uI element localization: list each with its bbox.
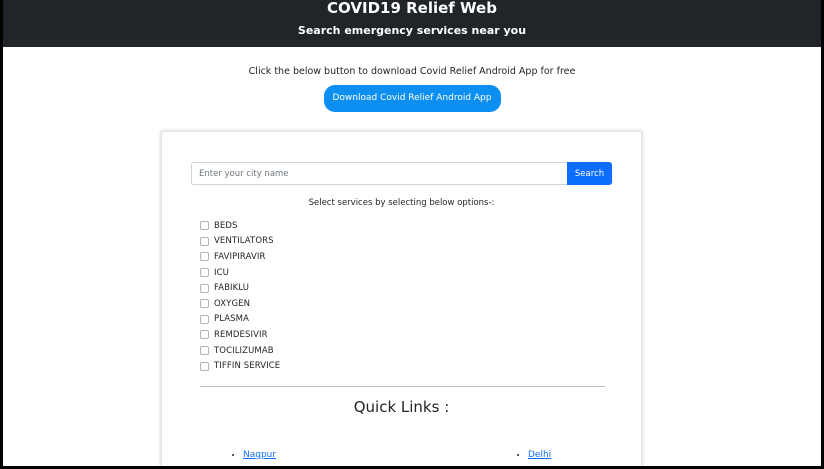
- service-option-oxygen[interactable]: OXYGEN: [200, 296, 280, 312]
- checkbox-favipiravir[interactable]: [200, 252, 209, 262]
- service-label: VENTILATORS: [214, 236, 274, 247]
- service-label: FAVIPIRAVIR: [214, 251, 266, 262]
- list-item: Nagpur: [243, 448, 276, 462]
- service-option-favipiravir[interactable]: FAVIPIRAVIR: [200, 249, 280, 265]
- service-label: TIFFIN SERVICE: [214, 361, 281, 372]
- search-card: Search Select services by selecting belo…: [161, 131, 642, 466]
- checkbox-oxygen[interactable]: [200, 299, 209, 309]
- quick-link-delhi[interactable]: Delhi: [528, 450, 551, 460]
- service-option-icu[interactable]: ICU: [200, 265, 280, 281]
- section-divider: [200, 386, 605, 387]
- quick-links-right: Delhi: [528, 448, 551, 462]
- service-label: OXYGEN: [214, 298, 251, 309]
- checkbox-tiffin-service[interactable]: [200, 361, 209, 371]
- checkbox-plasma[interactable]: [200, 314, 209, 324]
- search-button[interactable]: Search: [567, 162, 612, 185]
- service-option-tocilizumab[interactable]: TOCILIZUMAB: [200, 343, 280, 359]
- city-search-input[interactable]: [191, 162, 567, 185]
- site-title: COVID19 Relief Web: [327, 0, 497, 17]
- site-subtitle: Search emergency services near you: [297, 24, 527, 37]
- service-option-remdesivir[interactable]: REMDESIVIR: [200, 327, 280, 343]
- service-option-plasma[interactable]: PLASMA: [200, 312, 280, 328]
- browser-viewport: COVID19 Relief Web Search emergency serv…: [3, 0, 821, 466]
- quick-links-title: Quick Links :: [353, 398, 450, 416]
- app-promo: Click the below button to download Covid…: [3, 65, 821, 112]
- services-instruction: Select services by selecting below optio…: [308, 198, 495, 208]
- service-label: ICU: [214, 267, 229, 278]
- service-label: BEDS: [214, 220, 238, 231]
- checkbox-ventilators[interactable]: [200, 236, 209, 246]
- service-label: PLASMA: [214, 314, 250, 325]
- download-app-button[interactable]: Download Covid Relief Android App: [323, 85, 501, 112]
- quick-link-nagpur[interactable]: Nagpur: [243, 450, 276, 460]
- checkbox-icu[interactable]: [200, 268, 209, 278]
- checkbox-remdesivir[interactable]: [200, 330, 209, 340]
- service-option-ventilators[interactable]: VENTILATORS: [200, 234, 280, 250]
- list-item: Delhi: [528, 448, 551, 462]
- service-label: FABIKLU: [214, 283, 250, 294]
- services-checklist: BEDS VENTILATORS FAVIPIRAVIR ICU FABIKLU…: [200, 218, 280, 374]
- checkbox-fabiklu[interactable]: [200, 283, 209, 293]
- service-option-fabiklu[interactable]: FABIKLU: [200, 280, 280, 296]
- service-option-beds[interactable]: BEDS: [200, 218, 280, 234]
- quick-links-left: Nagpur: [243, 448, 276, 462]
- checkbox-tocilizumab[interactable]: [200, 346, 209, 356]
- service-label: TOCILIZUMAB: [214, 345, 274, 356]
- service-option-tiffin-service[interactable]: TIFFIN SERVICE: [200, 358, 280, 374]
- promo-text: Click the below button to download Covid…: [248, 66, 576, 77]
- search-row: Search: [191, 162, 612, 185]
- site-header: COVID19 Relief Web Search emergency serv…: [3, 0, 821, 47]
- service-label: REMDESIVIR: [214, 329, 268, 340]
- checkbox-beds[interactable]: [200, 221, 209, 231]
